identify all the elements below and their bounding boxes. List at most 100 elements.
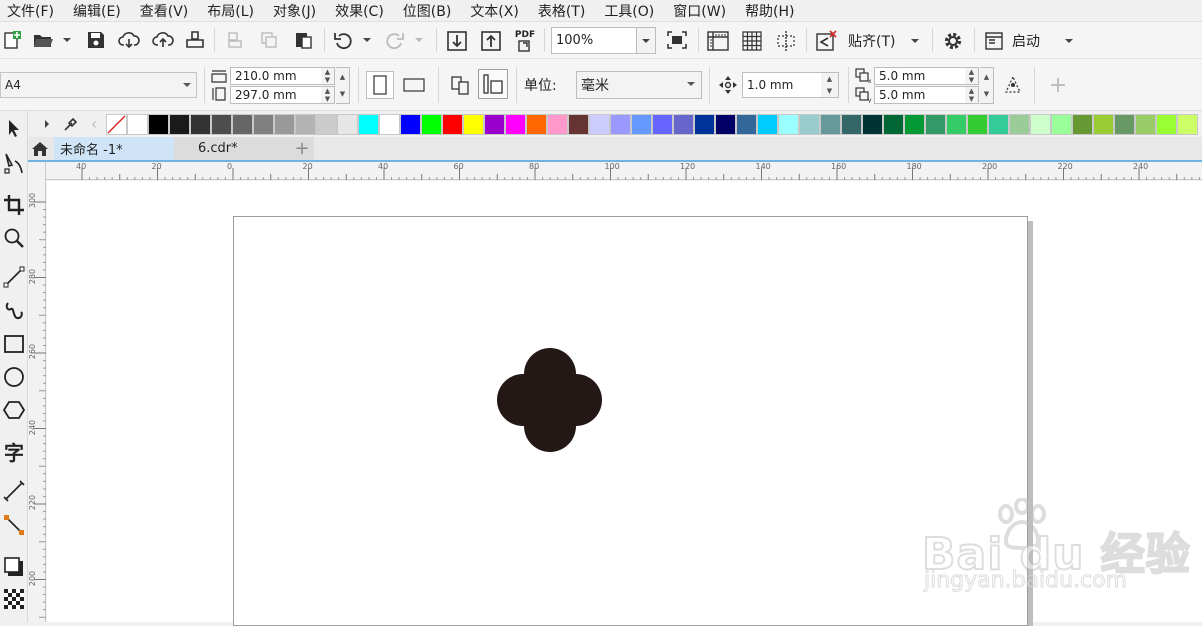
color-swatch[interactable] [1009,114,1030,135]
color-swatch[interactable] [1135,114,1156,135]
color-swatch[interactable] [757,114,778,135]
color-swatch[interactable] [988,114,1009,135]
menu-effects[interactable]: 效果(C) [328,1,396,21]
menu-tools[interactable]: 工具(O) [597,1,666,21]
color-swatch[interactable] [1114,114,1135,135]
text-tool-icon[interactable]: 字 [0,437,28,465]
import-icon[interactable] [444,28,470,54]
zoom-level-input[interactable]: 100% [551,27,637,54]
no-fill-swatch[interactable] [106,114,127,135]
eyedropper-icon[interactable] [60,114,82,134]
color-swatch[interactable] [1177,114,1198,135]
color-swatch[interactable] [694,114,715,135]
color-swatch[interactable] [190,114,211,135]
color-swatch[interactable] [442,114,463,135]
show-grid-icon[interactable] [738,28,766,54]
color-swatch[interactable] [1156,114,1177,135]
undo-icon[interactable] [330,28,356,52]
color-swatch[interactable] [610,114,631,135]
color-swatch[interactable] [631,114,652,135]
color-swatch[interactable] [568,114,589,135]
landscape-orientation-icon[interactable] [400,71,428,99]
snap-to-button[interactable]: 贴齐(T) [848,28,904,54]
cloud-download-icon[interactable] [116,28,142,52]
nudge-spinner[interactable]: ▲ ▼ [821,72,839,98]
all-pages-icon[interactable] [446,71,474,99]
color-swatch[interactable] [169,114,190,135]
duplicate-x-field[interactable]: 5.0 mm [874,67,966,85]
color-swatch[interactable] [148,114,169,135]
color-swatch[interactable] [967,114,988,135]
current-page-icon[interactable] [478,69,508,99]
export-icon[interactable] [478,28,504,54]
cut-icon[interactable] [222,28,248,52]
color-swatch[interactable] [715,114,736,135]
menu-window[interactable]: 窗口(W) [666,1,738,21]
redo-icon[interactable] [382,28,408,52]
color-swatch[interactable] [799,114,820,135]
size-lock-spinner[interactable]: ▲ ▼ [336,67,350,104]
color-swatch[interactable] [883,114,904,135]
menu-edit[interactable]: 编辑(E) [66,1,133,21]
quatrefoil-shape[interactable] [497,348,603,453]
launch-button[interactable]: 启动 [1012,28,1052,54]
launch-window-icon[interactable] [982,28,1006,54]
artistic-media-tool-icon[interactable] [0,297,28,325]
color-swatch[interactable] [736,114,757,135]
color-swatch[interactable] [673,114,694,135]
snap-off-icon[interactable] [812,28,840,54]
nudge-distance-field[interactable]: 1.0 mm [742,72,822,98]
color-swatch[interactable] [652,114,673,135]
page-width-spinner[interactable]: ▲ ▼ [321,67,335,85]
color-swatch[interactable] [1072,114,1093,135]
color-swatch[interactable] [274,114,295,135]
full-screen-icon[interactable] [664,28,690,52]
color-swatch[interactable] [232,114,253,135]
duplicate-spinner[interactable]: ▲ ▼ [980,67,994,104]
units-dropdown-icon[interactable] [684,77,698,91]
new-document-icon[interactable] [0,28,24,52]
menu-view[interactable]: 查看(V) [133,1,201,21]
menu-object[interactable]: 对象(J) [266,1,328,21]
save-icon[interactable] [84,28,108,52]
color-swatch[interactable] [211,114,232,135]
freehand-tool-icon[interactable] [0,263,28,291]
ellipse-tool-icon[interactable] [0,363,28,391]
home-icon[interactable] [28,139,52,159]
parallel-dimension-tool-icon[interactable] [0,477,28,505]
drop-shadow-tool-icon[interactable] [0,553,28,581]
color-swatch[interactable] [1030,114,1051,135]
show-guidelines-icon[interactable] [772,28,800,54]
add-toolbar-icon[interactable]: + [1046,73,1070,98]
color-swatch[interactable] [526,114,547,135]
new-tab-icon[interactable]: + [290,137,314,160]
zoom-dropdown-icon[interactable] [636,27,656,54]
duplicate-y-field[interactable]: 5.0 mm [874,86,966,104]
color-swatch[interactable] [337,114,358,135]
color-swatch[interactable] [253,114,274,135]
color-swatch[interactable] [841,114,862,135]
menu-table[interactable]: 表格(T) [531,1,597,21]
palette-scroll-left-icon[interactable]: ‹ [86,115,102,133]
document-page[interactable] [233,216,1028,626]
color-swatch[interactable] [862,114,883,135]
launch-dropdown-icon[interactable] [1060,30,1078,52]
connector-tool-icon[interactable] [0,511,28,539]
redo-dropdown-icon[interactable] [412,30,426,50]
menu-layout[interactable]: 布局(L) [200,1,266,21]
menu-text[interactable]: 文本(X) [463,1,531,21]
pick-tool-icon[interactable] [0,114,28,142]
page-height-spinner[interactable]: ▲ ▼ [321,86,335,104]
menu-file[interactable]: 文件(F) [0,1,66,21]
color-swatch[interactable] [127,114,148,135]
menu-bitmaps[interactable]: 位图(B) [396,1,464,21]
menu-help[interactable]: 帮助(H) [738,1,806,21]
portrait-orientation-icon[interactable] [366,71,394,99]
palette-menu-arrow-icon[interactable] [40,117,54,131]
duplicate-y-spinner[interactable]: ▲ ▼ [965,86,979,104]
rectangle-tool-icon[interactable] [0,330,28,358]
page-height-field[interactable]: 297.0 mm [230,86,322,104]
zoom-tool-icon[interactable] [0,224,28,252]
color-swatch[interactable] [778,114,799,135]
paste-icon[interactable] [290,28,316,52]
